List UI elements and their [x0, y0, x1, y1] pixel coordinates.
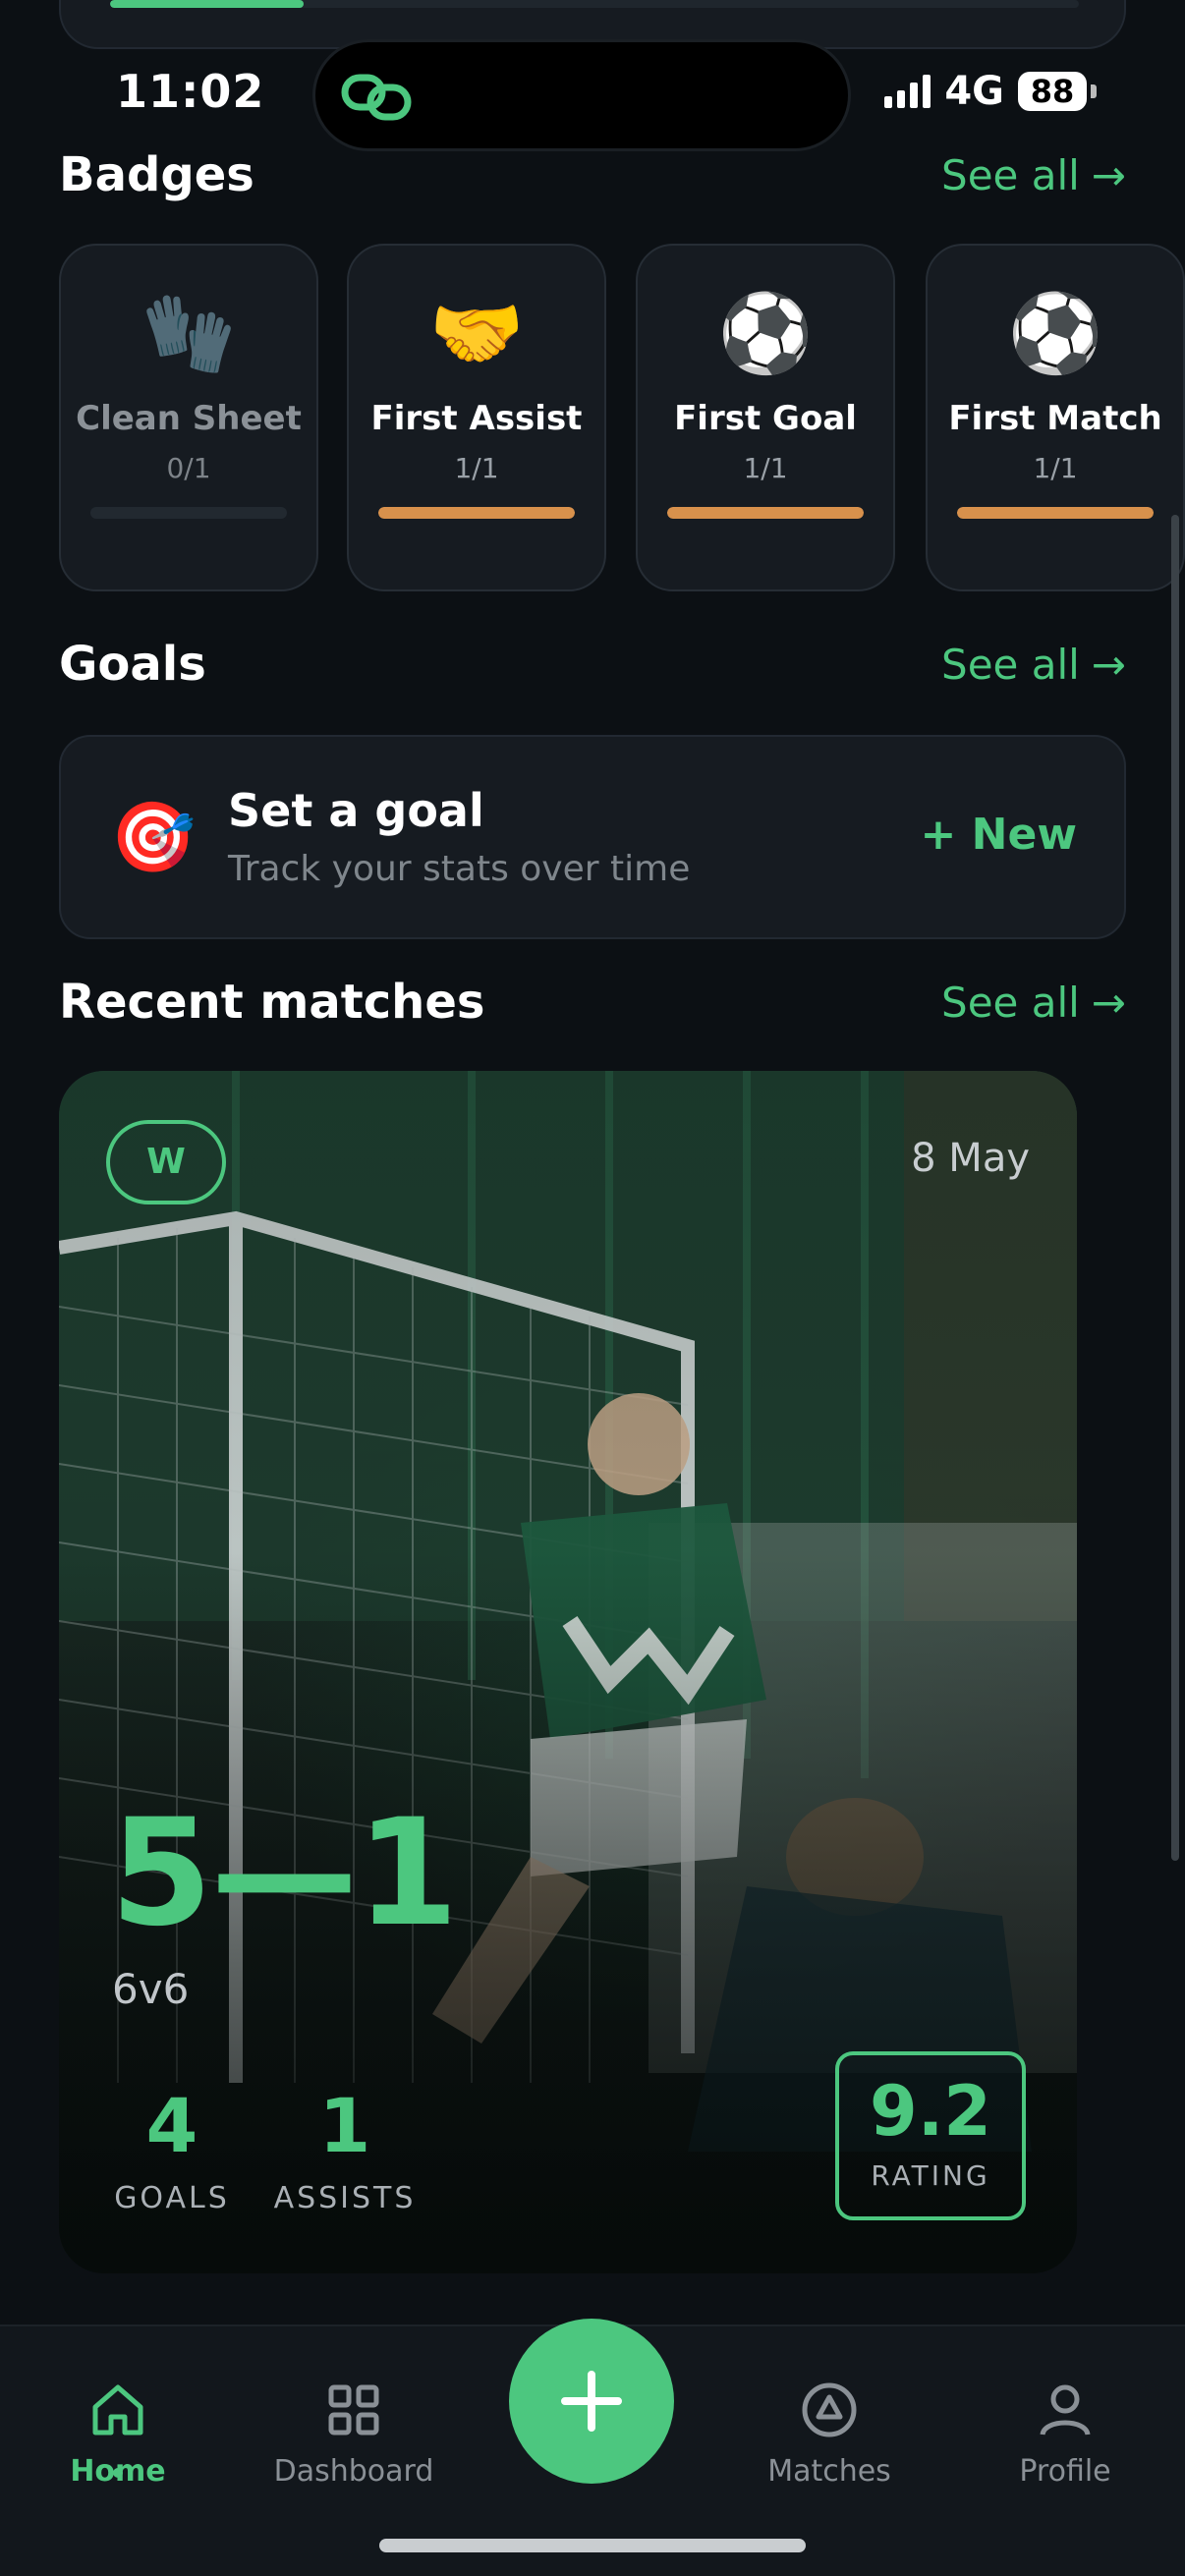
tab-matches[interactable]: Matches: [731, 2380, 928, 2489]
match-result-badge: W: [106, 1120, 226, 1204]
arrow-right-icon: →: [1091, 979, 1126, 1027]
recent-matches-title: Recent matches: [59, 975, 485, 1030]
badge-progress-track: [667, 507, 864, 519]
badge-progress-track: [957, 507, 1154, 519]
badge-count: 1/1: [743, 452, 788, 484]
see-all-label: See all: [941, 979, 1080, 1027]
arrow-right-icon: →: [1091, 641, 1126, 689]
goals-title: Goals: [59, 637, 206, 692]
goal-card-subtitle: Track your stats over time: [228, 849, 691, 889]
link-activity-icon: [341, 74, 412, 121]
soccer-ball-icon: ⚽: [717, 290, 814, 378]
badges-carousel[interactable]: 🧤 Clean Sheet 0/1 🤝 First Assist 1/1 ⚽ F…: [59, 244, 1185, 591]
grid-icon: [328, 2384, 379, 2436]
match-format: 6v6: [112, 1965, 190, 2013]
dynamic-island[interactable]: [312, 39, 851, 151]
badge-progress-fill: [378, 507, 575, 519]
cellular-signal-icon: [884, 75, 931, 108]
battery-icon: 88: [1018, 72, 1087, 111]
rating-value: 9.2: [869, 2071, 991, 2152]
badge-card-first-assist[interactable]: 🤝 First Assist 1/1: [347, 244, 606, 591]
badges-title: Badges: [59, 147, 254, 202]
badges-see-all-link[interactable]: See all →: [941, 151, 1126, 199]
tab-dashboard[interactable]: Dashboard: [255, 2380, 452, 2489]
profile-icon: [1040, 2384, 1091, 2436]
badges-header: Badges See all →: [59, 147, 1126, 210]
recent-matches-header: Recent matches See all →: [59, 975, 1126, 1037]
goals-see-all-link[interactable]: See all →: [941, 641, 1126, 689]
home-icon: [92, 2384, 143, 2436]
assists-stat-label: ASSISTS: [273, 2181, 417, 2215]
scroll-indicator[interactable]: [1171, 515, 1179, 1861]
badge-count: 0/1: [166, 452, 211, 484]
goals-stat-label: GOALS: [114, 2181, 230, 2215]
assists-stat: 1 ASSISTS: [271, 2082, 419, 2216]
progress-track: [110, 0, 1079, 8]
rating-label: RATING: [871, 2159, 990, 2192]
target-icon: 🎯: [110, 797, 197, 877]
arrow-right-icon: →: [1091, 151, 1126, 199]
badge-card-first-match[interactable]: ⚽ First Match 1/1: [926, 244, 1185, 591]
active-tab-dot: [113, 2468, 123, 2478]
tab-label: Matches: [767, 2454, 891, 2489]
badge-name: First Goal: [674, 399, 857, 438]
match-score: 5—1: [110, 1788, 459, 1959]
recent-match-card[interactable]: W 8 May 5—1 6v6 4 GOALS 1 ASSISTS 9.2 RA…: [59, 1071, 1077, 2273]
match-date: 8 May: [911, 1136, 1030, 1181]
new-goal-button[interactable]: + New: [921, 810, 1078, 860]
progress-fill: [110, 0, 305, 8]
tab-profile[interactable]: Profile: [967, 2380, 1163, 2489]
tab-home[interactable]: Home: [20, 2380, 216, 2489]
goalkeeper-glove-icon: 🧤: [141, 290, 237, 378]
badge-name: First Match: [948, 399, 1162, 438]
add-match-button[interactable]: [509, 2319, 674, 2484]
goals-header: Goals See all →: [59, 637, 1126, 700]
see-all-label: See all: [941, 151, 1080, 199]
badge-progress-track: [378, 507, 575, 519]
badge-card-first-goal[interactable]: ⚽ First Goal 1/1: [636, 244, 895, 591]
status-indicators: 4G 88: [884, 69, 1097, 114]
goals-stat: 4 GOALS: [110, 2082, 234, 2216]
plus-icon: [561, 2371, 622, 2432]
matches-see-all-link[interactable]: See all →: [941, 979, 1126, 1027]
status-bar: 11:02 4G 88: [0, 39, 1185, 151]
badge-progress-fill: [667, 507, 864, 519]
badge-count: 1/1: [1033, 452, 1078, 484]
badge-card-clean-sheet[interactable]: 🧤 Clean Sheet 0/1: [59, 244, 318, 591]
status-time: 11:02: [116, 65, 265, 118]
see-all-label: See all: [941, 641, 1080, 689]
network-type: 4G: [944, 69, 1004, 114]
soccer-ball-icon: ⚽: [1007, 290, 1103, 378]
badge-name: Clean Sheet: [76, 399, 302, 438]
badge-progress-fill: [957, 507, 1154, 519]
tab-label: Dashboard: [273, 2454, 434, 2489]
tab-label: Profile: [1019, 2454, 1111, 2489]
badge-progress-track: [90, 507, 287, 519]
badge-count: 1/1: [454, 452, 499, 484]
home-indicator[interactable]: [379, 2539, 806, 2552]
rating-box: 9.2 RATING: [835, 2051, 1026, 2220]
handshake-icon: 🤝: [428, 290, 525, 378]
goal-card-title: Set a goal: [228, 784, 484, 837]
set-goal-card[interactable]: 🎯 Set a goal Track your stats over time …: [59, 735, 1126, 939]
matches-icon: [802, 2382, 857, 2437]
app-screen: 11:02 4G 88 Badges See all → 🧤 Clean She…: [0, 0, 1185, 2576]
badge-name: First Assist: [370, 399, 583, 438]
assists-stat-value: 1: [318, 2082, 371, 2169]
goals-stat-value: 4: [145, 2082, 198, 2169]
battery-tip: [1091, 84, 1097, 98]
